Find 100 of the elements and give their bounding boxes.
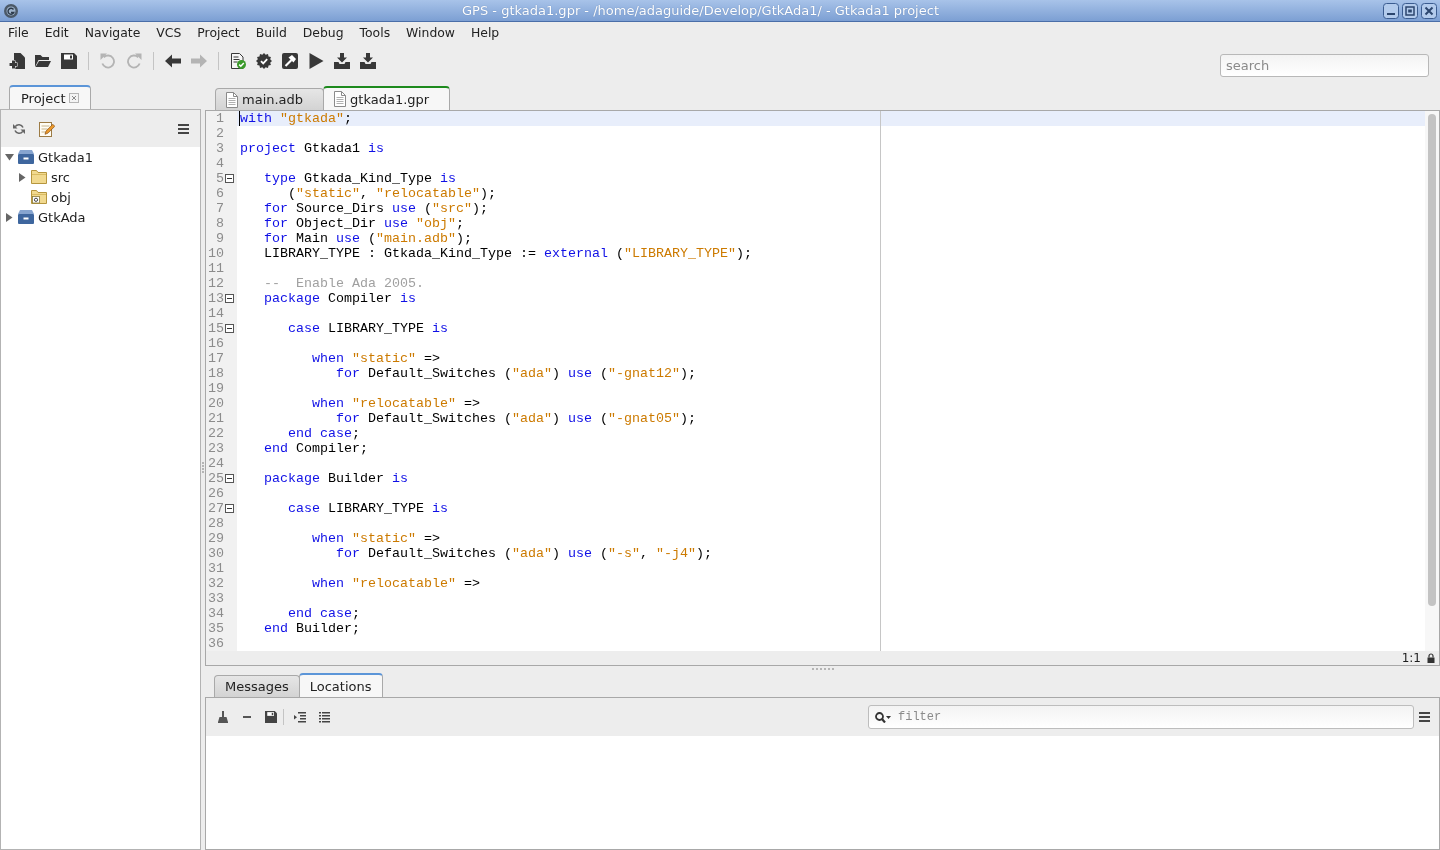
tree-item[interactable]: obj bbox=[51, 189, 71, 205]
line-number: 7 bbox=[215, 201, 224, 216]
play-icon[interactable] bbox=[308, 53, 324, 69]
line-number: 10 bbox=[207, 246, 224, 261]
tray-down-icon[interactable] bbox=[360, 53, 376, 69]
lock-icon bbox=[1427, 653, 1435, 663]
panel-tab[interactable]: Locations bbox=[298, 673, 383, 697]
save-icon[interactable] bbox=[61, 53, 77, 69]
bulleted-list-icon[interactable] bbox=[318, 711, 330, 723]
expander-arrow-icon[interactable] bbox=[17, 172, 27, 182]
line-number: 17 bbox=[207, 351, 224, 366]
open-folder-icon[interactable] bbox=[35, 53, 51, 69]
menu-item[interactable]: Project bbox=[189, 24, 248, 40]
panel-tab[interactable]: Project bbox=[9, 85, 92, 109]
new-file-icon[interactable] bbox=[9, 53, 25, 69]
code-line: for Source_Dirs use ("src"); bbox=[264, 201, 488, 216]
search-dropdown-icon[interactable] bbox=[875, 712, 891, 723]
code-line: LIBRARY_TYPE : Gtkada_Kind_Type := external ("LIBRARY_TYPE"); bbox=[264, 246, 752, 261]
code-line: when "static" => bbox=[312, 531, 440, 546]
code-line: end case; bbox=[288, 426, 360, 441]
notepad-pencil-icon[interactable] bbox=[39, 120, 55, 137]
collapse-box-icon[interactable] bbox=[225, 294, 234, 303]
close-icon[interactable] bbox=[1421, 2, 1437, 19]
check-file-icon[interactable] bbox=[230, 53, 246, 69]
menu-item[interactable]: VCS bbox=[148, 24, 190, 40]
menu-item[interactable]: File bbox=[0, 24, 37, 40]
line-number: 28 bbox=[207, 516, 224, 531]
code-line: when "static" => bbox=[312, 351, 440, 366]
cabinet-icon bbox=[18, 210, 34, 224]
code-line: for Object_Dir use "obj"; bbox=[264, 216, 464, 231]
menu-item[interactable]: Navigate bbox=[76, 24, 149, 40]
line-number: 22 bbox=[207, 426, 224, 441]
refresh-icon[interactable] bbox=[13, 122, 25, 135]
menu-item[interactable]: Edit bbox=[36, 24, 77, 40]
code-line: case LIBRARY_TYPE is bbox=[288, 501, 448, 516]
minimize-icon[interactable] bbox=[1383, 2, 1399, 19]
line-number: 15 bbox=[207, 321, 224, 336]
line-number: 2 bbox=[215, 126, 224, 141]
code-line: case LIBRARY_TYPE is bbox=[288, 321, 448, 336]
tree-item[interactable]: Gtkada1 bbox=[38, 149, 93, 165]
tray-down-icon[interactable] bbox=[334, 53, 350, 69]
line-number: 16 bbox=[207, 336, 224, 351]
editor-tab[interactable]: main.adb bbox=[215, 88, 325, 110]
app-logo-icon bbox=[4, 3, 18, 18]
code-line: project Gtkada1 is bbox=[240, 141, 384, 156]
line-number: 19 bbox=[207, 381, 224, 396]
editor-tab[interactable]: gtkada1.gpr bbox=[323, 86, 451, 110]
scrollbar[interactable] bbox=[1425, 111, 1439, 651]
line-number: 34 bbox=[207, 606, 224, 621]
search-field[interactable]: search bbox=[1220, 54, 1429, 77]
broom-icon[interactable] bbox=[218, 711, 228, 723]
code-line: with "gtkada"; bbox=[240, 111, 352, 126]
menu-icon[interactable] bbox=[1419, 712, 1430, 722]
code-line: when "relocatable" => bbox=[312, 576, 480, 591]
line-number: 27 bbox=[207, 501, 224, 516]
filter-field[interactable]: filter bbox=[868, 705, 1414, 729]
code-line: package Compiler is bbox=[264, 291, 416, 306]
expander-arrow-icon[interactable] bbox=[4, 212, 14, 222]
collapse-box-icon[interactable] bbox=[225, 174, 234, 183]
line-number: 35 bbox=[207, 621, 224, 636]
close-icon[interactable] bbox=[69, 93, 80, 103]
menu-item[interactable]: Help bbox=[462, 24, 508, 40]
line-number: 24 bbox=[207, 456, 224, 471]
collapse-box-icon[interactable] bbox=[225, 504, 234, 513]
back-arrow-icon[interactable] bbox=[165, 53, 181, 69]
code-line: for Default_Switches ("ada") use ("-s", "-j4"); bbox=[336, 546, 712, 561]
line-number: 8 bbox=[215, 216, 224, 231]
menu-item[interactable]: Debug bbox=[294, 24, 352, 40]
hammer-icon[interactable] bbox=[282, 53, 298, 69]
file-icon bbox=[226, 91, 238, 108]
line-number: 4 bbox=[215, 156, 224, 171]
tree-item[interactable]: src bbox=[51, 169, 70, 185]
scrollbar-thumb[interactable] bbox=[1428, 114, 1436, 606]
menu-item[interactable]: Window bbox=[398, 24, 463, 40]
line-number: 1 bbox=[215, 111, 224, 126]
tree-item[interactable]: GtkAda bbox=[38, 209, 86, 225]
folder-icon bbox=[31, 170, 47, 184]
menu-item[interactable]: Build bbox=[247, 24, 295, 40]
code-line: -- Enable Ada 2005. bbox=[264, 276, 424, 291]
menu-icon[interactable] bbox=[178, 123, 189, 134]
line-number: 21 bbox=[207, 411, 224, 426]
code-line: for Main use ("main.adb"); bbox=[264, 231, 472, 246]
save-icon[interactable] bbox=[265, 711, 277, 723]
line-number: 20 bbox=[207, 396, 224, 411]
line-number: 6 bbox=[215, 186, 224, 201]
menu-item[interactable]: Tools bbox=[351, 24, 399, 40]
code-line: for Default_Switches ("ada") use ("-gnat05"); bbox=[336, 411, 696, 426]
collapse-box-icon[interactable] bbox=[225, 474, 234, 483]
expander-arrow-icon[interactable] bbox=[4, 152, 14, 162]
indent-list-icon[interactable] bbox=[294, 711, 306, 723]
code-line: package Builder is bbox=[264, 471, 408, 486]
restore-icon[interactable] bbox=[1402, 2, 1418, 19]
panel-tab[interactable]: Messages bbox=[214, 675, 300, 697]
code-line: ("static", "relocatable"); bbox=[288, 186, 496, 201]
line-number: 23 bbox=[207, 441, 224, 456]
file-icon bbox=[334, 91, 347, 107]
line-number: 26 bbox=[207, 486, 224, 501]
badge-check-icon[interactable] bbox=[256, 53, 272, 69]
collapse-box-icon[interactable] bbox=[225, 324, 234, 333]
line-number: 13 bbox=[207, 291, 224, 306]
